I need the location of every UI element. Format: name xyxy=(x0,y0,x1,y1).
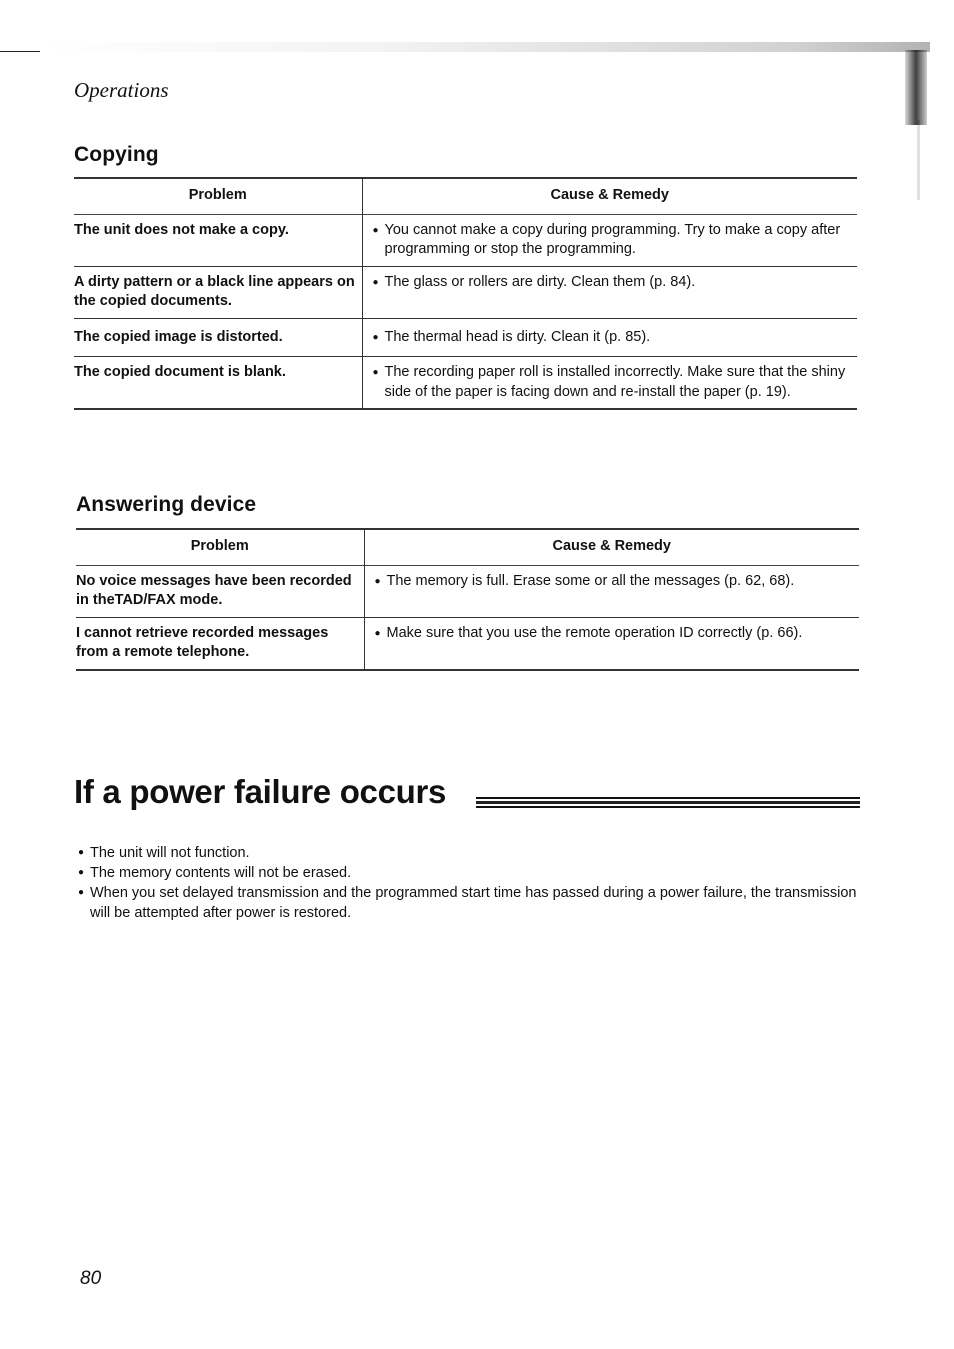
list-item-text: The memory contents will not be erased. xyxy=(90,865,352,881)
table-row: A dirty pattern or a black line appears … xyxy=(74,266,857,318)
power-failure-title: If a power failure occurs xyxy=(74,773,447,810)
scan-shadow xyxy=(40,42,930,52)
table-row: The unit does not make a copy. ● You cann… xyxy=(74,214,857,266)
bullet-icon: ● xyxy=(372,331,379,343)
bullet-icon: ● xyxy=(78,847,85,858)
scan-edge-mark xyxy=(905,50,927,125)
header-rule xyxy=(0,51,40,52)
list-item: ● The memory contents will not be erased. xyxy=(78,863,858,883)
copying-table: Problem Cause & Remedy The unit does not… xyxy=(74,177,857,410)
answering-device-table: Problem Cause & Remedy No voice messages… xyxy=(76,528,859,671)
bullet-icon: ● xyxy=(374,627,381,639)
remedy-cell: The memory is full. Erase some or all th… xyxy=(386,572,795,589)
column-header-problem: Problem xyxy=(76,529,365,565)
bullet-icon: ● xyxy=(372,224,379,236)
list-item: ● When you set delayed transmission and t… xyxy=(78,883,858,923)
problem-cell: The copied image is distorted. xyxy=(74,318,363,357)
remedy-cell: Make sure that you use the remote operat… xyxy=(386,624,803,641)
bullet-icon: ● xyxy=(372,276,379,288)
copying-title: Copying xyxy=(74,143,159,166)
table-header-row: Problem Cause & Remedy xyxy=(76,529,859,565)
problem-cell: No voice messages have been recorded in … xyxy=(76,565,365,617)
list-item-text: When you set delayed transmission and th… xyxy=(90,885,857,921)
column-header-remedy: Cause & Remedy xyxy=(550,187,669,203)
bullet-icon: ● xyxy=(372,367,379,378)
answering-device-title: Answering device xyxy=(76,493,257,516)
table-header-row: Problem Cause & Remedy xyxy=(74,178,857,214)
table-row: The copied document is blank. ● The recor… xyxy=(74,356,857,409)
bullet-icon: ● xyxy=(78,887,85,898)
list-item: ● The unit will not function. xyxy=(78,843,858,863)
column-header-remedy: Cause & Remedy xyxy=(552,538,671,554)
problem-cell: The unit does not make a copy. xyxy=(74,214,363,266)
bullet-icon: ● xyxy=(374,575,381,587)
bullet-icon: ● xyxy=(78,867,85,878)
page-number: 80 xyxy=(80,1268,102,1289)
column-header-problem: Problem xyxy=(74,178,363,214)
section-label: Operations xyxy=(74,78,169,102)
table-row: The copied image is distorted. ● The ther… xyxy=(74,318,857,357)
remedy-cell: You cannot make a copy during programmin… xyxy=(384,221,841,258)
table-row: No voice messages have been recorded in … xyxy=(76,565,859,617)
remedy-cell: The glass or rollers are dirty. Clean th… xyxy=(384,273,696,290)
list-item-text: The unit will not function. xyxy=(90,845,250,861)
remedy-cell: The recording paper roll is installed in… xyxy=(384,364,846,400)
remedy-cell: The thermal head is dirty. Clean it (p. … xyxy=(384,328,651,345)
problem-cell: I cannot retrieve recorded messages from… xyxy=(76,617,365,670)
problem-cell: The copied document is blank. xyxy=(74,356,363,409)
power-failure-list: ● The unit will not function. ● The memory… xyxy=(78,843,858,923)
scan-edge-line xyxy=(917,120,920,200)
title-rule xyxy=(476,797,860,809)
problem-cell: A dirty pattern or a black line appears … xyxy=(74,266,363,318)
table-row: I cannot retrieve recorded messages from… xyxy=(76,617,859,670)
